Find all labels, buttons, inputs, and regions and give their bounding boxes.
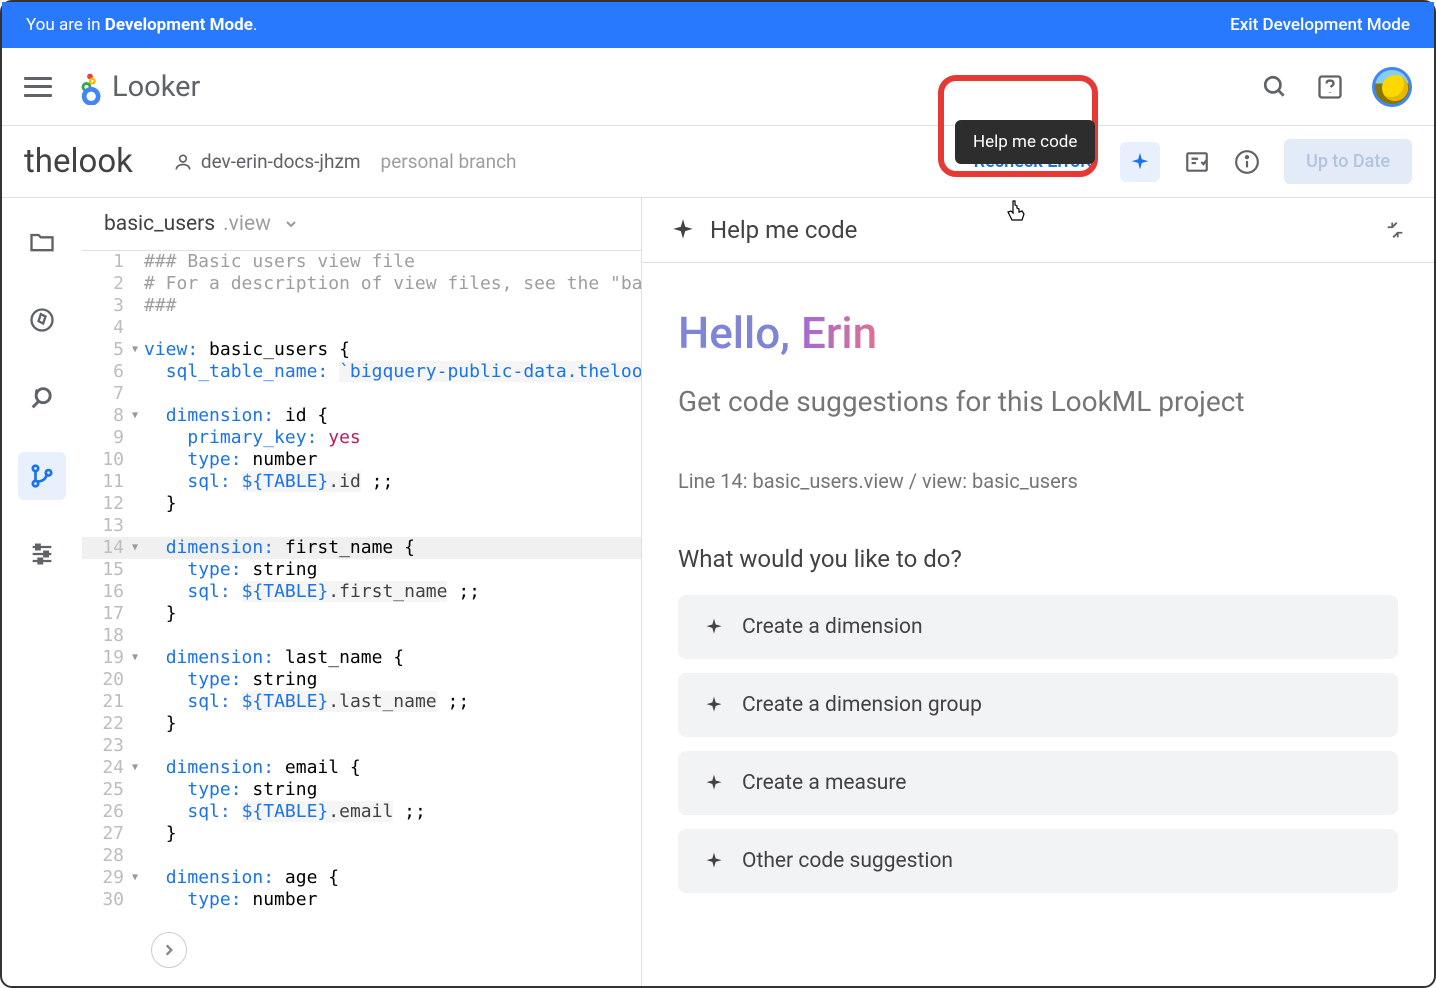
sparkle-icon	[670, 217, 696, 243]
code-context: Line 14: basic_users.view / view: basic_…	[678, 469, 1398, 493]
help-subtitle: Get code suggestions for this LookML pro…	[678, 383, 1398, 421]
help-panel-title: Help me code	[710, 216, 1370, 244]
file-tab[interactable]: basic_users .view	[82, 198, 641, 251]
up-to-date-button[interactable]: Up to Date	[1284, 139, 1412, 184]
suggestion-label: Create a dimension group	[742, 693, 982, 717]
suggestion-other[interactable]: Other code suggestion	[678, 829, 1398, 893]
sidebar-git-icon[interactable]	[18, 452, 66, 500]
file-ext: .view	[223, 212, 271, 236]
sparkle-icon	[704, 773, 724, 793]
sidebar-folder-icon[interactable]	[18, 218, 66, 266]
logo-text: Looker	[112, 70, 200, 104]
suggestion-create-dimension-group[interactable]: Create a dimension group	[678, 673, 1398, 737]
code-area[interactable]: 1### Basic users view file 2# For a desc…	[82, 251, 641, 986]
help-panel-header: Help me code	[642, 198, 1434, 263]
suggestion-label: Create a measure	[742, 771, 906, 795]
info-icon[interactable]	[1234, 149, 1260, 175]
exit-dev-mode-link[interactable]: Exit Development Mode	[1230, 15, 1410, 35]
user-icon	[173, 152, 193, 172]
looker-logo-icon	[76, 69, 104, 105]
sidebar-compass-icon[interactable]	[18, 296, 66, 344]
code-editor: basic_users .view 1### Basic users view f…	[82, 198, 642, 986]
branch-selector[interactable]: dev-erin-docs-jhzm personal branch	[173, 150, 517, 173]
top-bar: Looker	[2, 48, 1434, 126]
suggestion-label: Other code suggestion	[742, 849, 953, 873]
main-menu-button[interactable]	[24, 77, 52, 97]
collapse-panel-icon[interactable]	[1384, 219, 1406, 241]
greeting: Hello, Erin	[678, 307, 1398, 359]
project-bar: thelook dev-erin-docs-jhzm personal bran…	[2, 126, 1434, 198]
cursor-pointer-icon	[1005, 198, 1029, 232]
sparkle-icon	[704, 851, 724, 871]
help-icon[interactable]	[1316, 73, 1344, 101]
chevron-down-icon	[285, 218, 297, 230]
help-me-code-panel: Help me code Hello, Erin Get code sugges…	[642, 198, 1434, 986]
dev-mode-text: You are in Development Mode.	[26, 15, 257, 35]
sidebar-settings-icon[interactable]	[18, 530, 66, 578]
file-name: basic_users	[104, 212, 215, 236]
sparkle-icon	[704, 617, 724, 637]
project-name: thelook	[24, 142, 133, 181]
expand-gutter-button[interactable]	[151, 932, 187, 968]
suggestion-label: Create a dimension	[742, 615, 923, 639]
help-me-code-tooltip: Help me code	[955, 120, 1095, 164]
search-icon[interactable]	[1262, 74, 1288, 100]
left-sidebar	[2, 198, 82, 986]
branch-name: dev-erin-docs-jhzm	[201, 150, 361, 173]
sparkle-icon	[704, 695, 724, 715]
prompt-question: What would you like to do?	[678, 545, 1398, 573]
suggestion-create-dimension[interactable]: Create a dimension	[678, 595, 1398, 659]
help-me-code-button[interactable]	[1120, 142, 1160, 182]
dev-mode-banner: You are in Development Mode. Exit Develo…	[2, 2, 1434, 48]
logo[interactable]: Looker	[76, 69, 200, 105]
sparkle-icon	[1129, 151, 1151, 173]
validate-icon[interactable]	[1184, 149, 1210, 175]
sidebar-search-icon[interactable]	[18, 374, 66, 422]
user-avatar[interactable]	[1372, 67, 1412, 107]
branch-type-label: personal branch	[381, 150, 517, 173]
suggestion-create-measure[interactable]: Create a measure	[678, 751, 1398, 815]
